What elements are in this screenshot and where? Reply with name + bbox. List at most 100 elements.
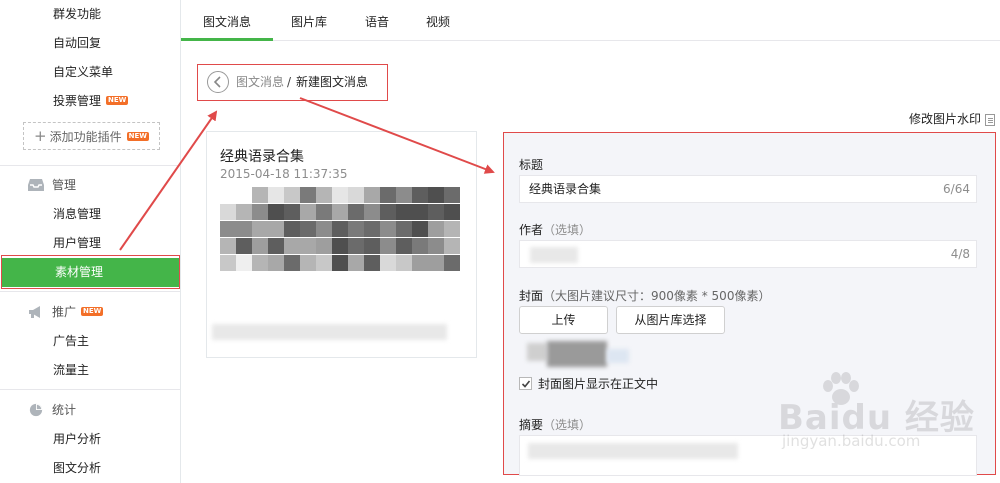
mosaic-tile: [284, 221, 300, 237]
mosaic-tile: [348, 238, 364, 254]
summary-textarea[interactable]: [519, 435, 977, 476]
author-char-count: 4/8: [950, 247, 970, 261]
mosaic-tile: [252, 238, 268, 254]
sidebar-item-auto-reply[interactable]: 自动回复: [0, 29, 181, 58]
new-badge: NEW: [126, 132, 149, 141]
title-input[interactable]: 经典语录合集 6/64: [519, 175, 977, 203]
mosaic-tile: [332, 204, 348, 220]
mosaic-tile: [316, 221, 332, 237]
mosaic-tile: [444, 221, 460, 237]
breadcrumb-current: 新建图文消息: [296, 75, 369, 89]
mosaic-tile: [396, 238, 412, 254]
breadcrumb-parent-link[interactable]: 图文消息: [236, 70, 284, 94]
author-label-text: 作者: [519, 223, 544, 237]
sidebar-item-label: 用户管理: [53, 236, 102, 250]
cover-size-hint: （大图片建议尺寸：900像素 * 500像素）: [543, 289, 771, 303]
article-editor-panel: 标题 经典语录合集 6/64 作者（选填） 4/8 封面（大图片建议尺寸：900…: [503, 132, 996, 476]
sidebar-item-materials[interactable]: 素材管理: [2, 258, 180, 287]
cover-label: 封面（大图片建议尺寸：900像素 * 500像素）: [519, 287, 770, 304]
sidebar-group-manage: 管理: [28, 175, 76, 195]
sidebar-item-label: 流量主: [53, 363, 90, 377]
tab-images[interactable]: 图片库: [273, 0, 345, 40]
mosaic-tile: [268, 204, 284, 220]
sidebar-item-traffic-owner[interactable]: 流量主: [0, 356, 181, 385]
sidebar-item-custom-menu[interactable]: 自定义菜单: [0, 58, 181, 87]
mosaic-tile: [412, 255, 428, 271]
preview-date: 2015-04-18 11:37:35: [220, 167, 348, 181]
choose-from-library-button[interactable]: 从图片库选择: [616, 306, 725, 334]
tab-bar: 图文消息 图片库 语音 视频: [181, 0, 1000, 41]
tab-label: 语音: [364, 15, 389, 29]
mosaic-tile: [428, 187, 444, 203]
mosaic-tile: [412, 204, 428, 220]
mosaic-tile: [380, 221, 396, 237]
title-label: 标题: [519, 158, 544, 172]
breadcrumb-separator: /: [287, 75, 292, 89]
author-value-blurred: [530, 247, 578, 263]
upload-button[interactable]: 上传: [519, 306, 608, 334]
mosaic-tile: [380, 187, 396, 203]
checkbox-box[interactable]: [519, 377, 532, 390]
new-badge: NEW: [106, 96, 129, 105]
sidebar-item-messages[interactable]: 消息管理: [0, 200, 181, 229]
mosaic-tile: [252, 221, 268, 237]
sidebar-item-users[interactable]: 用户管理: [0, 229, 181, 258]
mosaic-tile: [284, 204, 300, 220]
tab-label: 图文消息: [202, 15, 251, 29]
sidebar: 群发功能 自动回复 自定义菜单 投票管理 NEW + 添加功能插件 NEW 管理 消息…: [0, 0, 181, 483]
mosaic-tile: [444, 204, 460, 220]
mosaic-tile: [236, 221, 252, 237]
mosaic-tile: [236, 238, 252, 254]
sidebar-item-advertiser[interactable]: 广告主: [0, 327, 181, 356]
add-plugin-button[interactable]: + 添加功能插件 NEW: [23, 122, 160, 150]
mosaic-tile: [316, 187, 332, 203]
new-badge: NEW: [81, 307, 104, 316]
author-input[interactable]: 4/8: [519, 240, 977, 268]
show-cover-in-body-checkbox[interactable]: 封面图片显示在正文中: [519, 376, 658, 392]
preview-title: 经典语录合集: [220, 149, 304, 165]
sidebar-item-user-analysis[interactable]: 用户分析: [0, 425, 181, 454]
sidebar-item-label: 图文分析: [53, 461, 102, 475]
mosaic-tile: [300, 221, 316, 237]
mosaic-tile: [236, 255, 252, 271]
mosaic-tile: [348, 187, 364, 203]
mosaic-tile: [380, 204, 396, 220]
mosaic-tile: [364, 221, 380, 237]
sidebar-divider: [0, 389, 180, 390]
sidebar-item-article-analysis[interactable]: 图文分析: [0, 454, 181, 483]
mosaic-tile: [332, 238, 348, 254]
mosaic-tile: [348, 204, 364, 220]
preview-summary-blurred: [212, 324, 447, 340]
megaphone-icon: [29, 306, 40, 318]
edit-watermark-link[interactable]: 修改图片水印: [909, 110, 995, 127]
mosaic-tile: [284, 255, 300, 271]
mosaic-tile: [348, 255, 364, 271]
breadcrumb: 图文消息 / 新建图文消息: [207, 70, 377, 94]
pie-chart-icon: [29, 403, 43, 417]
mosaic-tile: [268, 238, 284, 254]
tab-articles[interactable]: 图文消息: [181, 0, 273, 41]
sidebar-item-label: 广告主: [53, 334, 90, 348]
back-circle-icon[interactable]: [207, 71, 229, 93]
tab-label: 视频: [425, 15, 450, 29]
mosaic-tile: [396, 221, 412, 237]
mosaic-tile: [412, 187, 428, 203]
tab-voice[interactable]: 语音: [345, 0, 409, 40]
mosaic-tile: [300, 255, 316, 271]
mosaic-tile: [316, 204, 332, 220]
mosaic-tile: [284, 187, 300, 203]
mosaic-tile: [252, 204, 268, 220]
tab-video[interactable]: 视频: [409, 0, 467, 40]
mosaic-tile: [268, 221, 284, 237]
article-preview-card[interactable]: 经典语录合集 2015-04-18 11:37:35: [206, 131, 477, 358]
sidebar-group-title: 统计: [52, 403, 77, 417]
sidebar-item-vote[interactable]: 投票管理 NEW: [0, 87, 181, 116]
sidebar-item-mass-send[interactable]: 群发功能: [0, 0, 181, 29]
mosaic-tile: [220, 238, 236, 254]
cover-label-text: 封面: [519, 289, 544, 303]
mosaic-tile: [300, 204, 316, 220]
title-char-count: 6/64: [943, 182, 970, 196]
mosaic-tile: [364, 187, 380, 203]
sidebar-item-label: 群发功能: [53, 7, 102, 21]
mosaic-tile: [268, 187, 284, 203]
